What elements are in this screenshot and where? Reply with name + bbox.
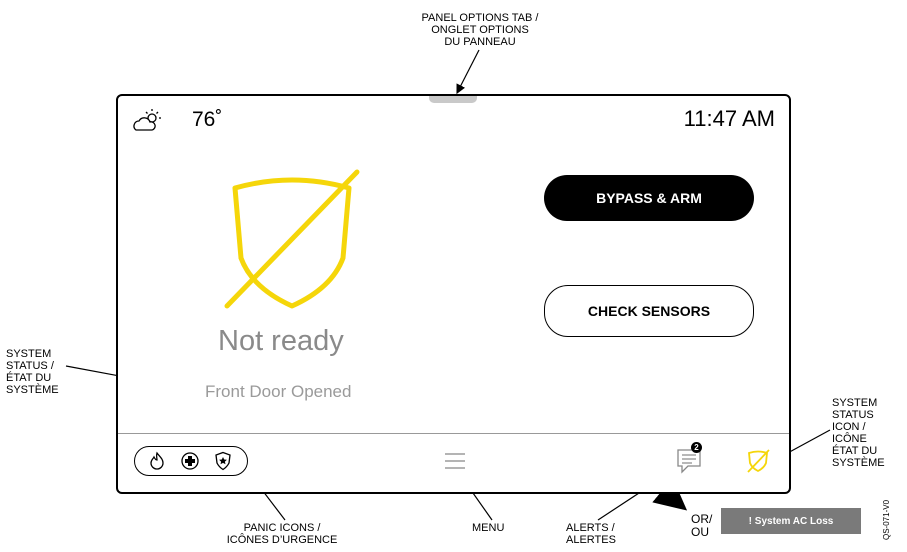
- callout-line: PANEL OPTIONS TAB /: [421, 12, 539, 24]
- footer-divider: [118, 433, 789, 434]
- police-icon[interactable]: [213, 451, 233, 471]
- callout-line: SYSTEM: [832, 397, 878, 409]
- callout-line: ALERTES: [566, 534, 616, 546]
- callout-line: DU PANNEAU: [444, 36, 516, 48]
- clock-time: 11:47 AM: [683, 106, 775, 131]
- bypass-arm-button[interactable]: BYPASS & ARM: [544, 175, 754, 221]
- shield-slash-small-icon[interactable]: [745, 448, 771, 474]
- system-ac-loss-toast[interactable]: ! System AC Loss: [721, 508, 861, 534]
- panel-options-callout: PANEL OPTIONS TAB / ONGLET OPTIONS DU PA…: [410, 12, 550, 48]
- menu-callout: MENU: [472, 522, 504, 534]
- medical-icon[interactable]: [180, 451, 200, 471]
- alerts-callout: ALERTS / ALERTES: [566, 522, 616, 546]
- shield-slash-icon: [224, 169, 360, 309]
- system-status-callout: SYSTEM STATUS / ÉTAT DU SYSTÈME: [6, 348, 59, 396]
- callout-line: STATUS /: [6, 360, 54, 372]
- panic-icons-callout: PANIC ICONS / ICÔNES D’URGENCE: [212, 522, 352, 546]
- callout-line: PANIC ICONS /: [243, 522, 321, 534]
- check-sensors-button[interactable]: CHECK SENSORS: [544, 285, 754, 337]
- callout-line: SYSTEM: [6, 348, 52, 360]
- alert-count-badge: 2: [691, 442, 702, 453]
- leader-panel-tab: [456, 49, 480, 95]
- fire-icon[interactable]: [147, 451, 167, 471]
- or-callout: OR/ OU: [691, 513, 712, 539]
- callout-line: ALERTS /: [566, 522, 615, 534]
- reference-code: QS-071-V0: [882, 499, 891, 540]
- system-status-title: Not ready: [218, 325, 344, 357]
- callout-line: MENU: [472, 522, 505, 534]
- system-status-icon-callout: SYSTEM STATUS ICON / ICÔNE ÉTAT DU SYSTÈ…: [832, 397, 885, 469]
- callout-line: STATUS: [832, 409, 874, 421]
- callout-line: SYSTÈME: [6, 384, 59, 396]
- cloud-sun-icon: [133, 109, 161, 131]
- callout-line: ICÔNE: [832, 433, 867, 445]
- callout-line: ÉTAT DU: [832, 445, 878, 457]
- callout-line: ÉTAT DU: [6, 372, 52, 384]
- callout-line: SYSTÈME: [832, 457, 885, 469]
- callout-line: ICON /: [832, 421, 866, 433]
- temperature: 76˚: [192, 108, 223, 131]
- callout-line: OU: [691, 525, 709, 539]
- panel-options-tab[interactable]: [429, 96, 477, 103]
- callout-line: ONGLET OPTIONS: [431, 24, 529, 36]
- menu-icon[interactable]: [444, 452, 466, 470]
- system-status-subtitle: Front Door Opened: [205, 382, 352, 401]
- panic-icons-group: [134, 446, 248, 476]
- callout-line: ICÔNES D’URGENCE: [226, 534, 338, 546]
